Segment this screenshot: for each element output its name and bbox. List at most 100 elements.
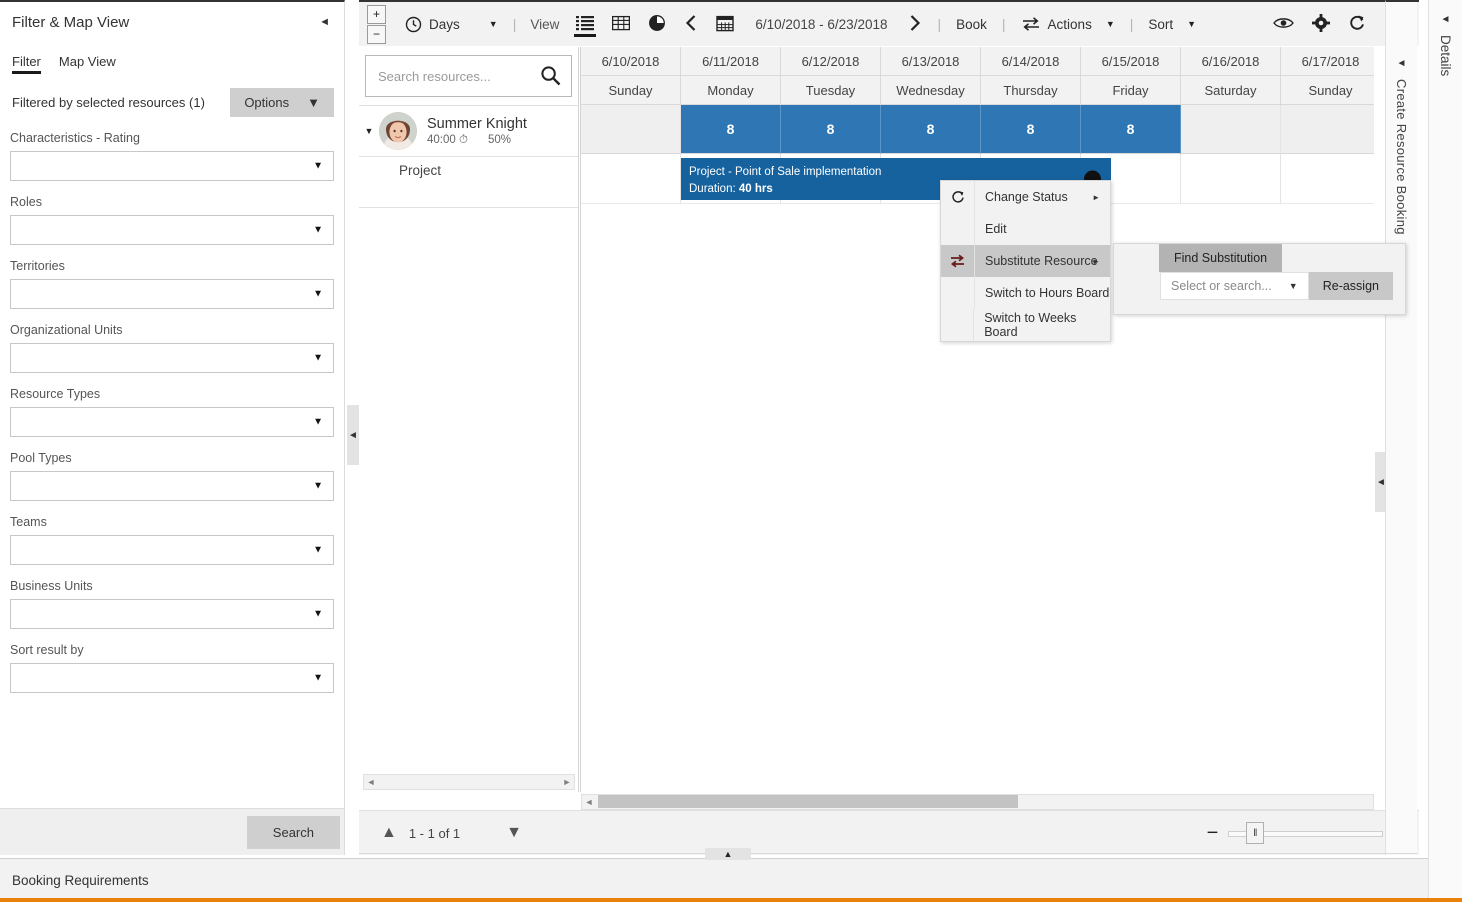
view-grid-button[interactable] [603, 2, 639, 47]
scroll-track[interactable] [596, 794, 1373, 810]
zoom-in-box-icon[interactable]: + [367, 4, 386, 24]
booking-cell[interactable] [581, 154, 681, 204]
day-header-cell: Saturday [1181, 76, 1281, 105]
resource-row[interactable]: ▼ Summer Knight 40:00 ⏱ 50% [359, 105, 578, 156]
zoom-out-box-icon[interactable]: − [367, 24, 386, 44]
schedule-date-header: 6/10/2018 6/11/2018 6/12/2018 6/13/2018 … [581, 47, 1374, 76]
view-map-button[interactable] [639, 2, 675, 47]
context-menu-item-switch-hours-board[interactable]: Switch to Hours Board [941, 277, 1110, 309]
context-menu-item-switch-weeks-board[interactable]: Switch to Weeks Board [941, 309, 1110, 341]
date-range-label: 6/10/2018 - 6/23/2018 [755, 16, 888, 32]
capacity-cell[interactable]: 8 [681, 105, 781, 154]
scroll-right-icon[interactable]: ► [560, 777, 574, 787]
zoom-stack: + − [367, 4, 386, 44]
pool-types-select[interactable]: ▼ [10, 471, 334, 501]
resource-horizontal-scrollbar[interactable]: ◄ ► [363, 774, 575, 790]
page-title: Filter & Map View [12, 13, 130, 31]
prev-period-button[interactable] [675, 2, 707, 47]
options-button[interactable]: Options ▼ [230, 88, 334, 117]
settings-button[interactable] [1303, 2, 1339, 47]
day-header-cell: Friday [1081, 76, 1181, 105]
zoom-slider[interactable]: ‖ [1228, 822, 1384, 844]
calendar-picker-button[interactable] [707, 2, 743, 47]
context-menu-item-change-status[interactable]: Change Status ► [941, 181, 1110, 213]
booking-duration-label: Duration: [689, 182, 736, 195]
blank-icon [941, 277, 975, 309]
tab-map-view[interactable]: Map View [59, 54, 116, 74]
capacity-cell[interactable]: 8 [781, 105, 881, 154]
context-menu-label: Switch to Weeks Board [984, 311, 1077, 339]
chevron-down-icon: ▼ [313, 608, 323, 620]
chevron-down-icon: ▼ [488, 19, 498, 29]
refresh-button[interactable] [1339, 2, 1375, 47]
filter-panel-splitter[interactable]: ◄ [347, 405, 359, 465]
scroll-track[interactable] [378, 774, 560, 790]
collapse-filter-panel-icon[interactable]: ◄ [319, 16, 330, 28]
booking-cell[interactable] [1181, 154, 1281, 204]
roles-select[interactable]: ▼ [10, 215, 334, 245]
capacity-cell[interactable]: 8 [981, 105, 1081, 154]
capacity-cell[interactable] [1281, 105, 1374, 154]
tab-find-substitution[interactable]: Find Substitution [1159, 244, 1283, 272]
filter-map-view-panel: Filter & Map View ◄ Filter Map View Filt… [0, 0, 345, 855]
next-period-button[interactable] [899, 2, 931, 47]
scroll-left-icon[interactable]: ◄ [582, 797, 596, 807]
substitution-resource-select[interactable]: Select or search... ▼ [1160, 272, 1309, 300]
resource-column: ▼ [359, 47, 579, 792]
resource-search-wrap [359, 47, 578, 105]
field-organizational-units: Organizational Units ▼ [10, 323, 334, 373]
details-rail[interactable]: ◄ Details [1428, 0, 1462, 902]
date-header-cell: 6/16/2018 [1181, 47, 1281, 76]
create-resource-booking-rail[interactable]: ◄ Create Resource Booking [1385, 0, 1417, 855]
visibility-button[interactable] [1264, 2, 1303, 47]
scale-selector[interactable]: Days ▼ [396, 2, 507, 47]
re-assign-button[interactable]: Re-assign [1308, 272, 1393, 300]
context-menu-item-substitute-resource[interactable]: Substitute Resource ► [941, 245, 1110, 277]
scroll-thumb[interactable] [598, 795, 1018, 808]
view-list-button[interactable] [567, 2, 603, 47]
schedule-grid: 6/10/2018 6/11/2018 6/12/2018 6/13/2018 … [580, 47, 1374, 792]
tab-filter[interactable]: Filter [12, 54, 41, 74]
caret-down-icon[interactable]: ▼ [359, 126, 379, 136]
schedule-day-header: Sunday Monday Tuesday Wednesday Thursday… [581, 76, 1374, 105]
substitute-icon [941, 245, 975, 277]
capacity-cell[interactable]: 8 [881, 105, 981, 154]
booking-cell[interactable] [1281, 154, 1374, 204]
accent-strip [0, 898, 1462, 902]
zoom-slider-thumb[interactable]: ‖ [1246, 822, 1265, 844]
field-label: Pool Types [10, 451, 72, 465]
capacity-cell[interactable] [581, 105, 681, 154]
actions-menu-button[interactable]: Actions ▼ [1012, 2, 1124, 47]
day-header-cell: Sunday [581, 76, 681, 105]
territories-select[interactable]: ▼ [10, 279, 334, 309]
sort-result-by-select[interactable]: ▼ [10, 663, 334, 693]
capacity-cell[interactable]: 8 [1081, 105, 1181, 154]
capacity-cell[interactable] [1181, 105, 1281, 154]
search-icon[interactable] [540, 65, 561, 89]
pager-up-icon[interactable]: ▲ [369, 824, 409, 842]
divider: | [512, 16, 517, 32]
zoom-out-button[interactable]: − [1203, 823, 1223, 843]
business-units-select[interactable]: ▼ [10, 599, 334, 629]
field-resource-types: Resource Types ▼ [10, 387, 334, 437]
search-button[interactable]: Search [246, 815, 340, 849]
resource-child-row[interactable]: Project [359, 156, 578, 207]
context-menu-item-edit[interactable]: Edit [941, 213, 1110, 245]
teams-select[interactable]: ▼ [10, 535, 334, 565]
search-input[interactable] [376, 67, 561, 85]
chevron-left-icon[interactable]: ◄ [1397, 58, 1407, 69]
pager-down-icon[interactable]: ▼ [494, 824, 534, 842]
sort-menu-button[interactable]: Sort ▼ [1139, 2, 1205, 47]
chevron-left-icon[interactable]: ◄ [1441, 14, 1451, 25]
schedule-horizontal-scrollbar[interactable]: ◄ [581, 794, 1374, 810]
characteristics-rating-select[interactable]: ▼ [10, 151, 334, 181]
day-header-cell: Monday [681, 76, 781, 105]
date-header-cell: 6/10/2018 [581, 47, 681, 76]
resource-types-select[interactable]: ▼ [10, 407, 334, 437]
resource-search-box[interactable] [365, 55, 572, 97]
organizational-units-select[interactable]: ▼ [10, 343, 334, 373]
expand-booking-requirements-icon[interactable]: ▲ [705, 848, 751, 860]
book-button[interactable]: Book [947, 2, 996, 47]
chevron-down-icon: ▼ [313, 672, 323, 684]
scroll-left-icon[interactable]: ◄ [364, 777, 378, 787]
